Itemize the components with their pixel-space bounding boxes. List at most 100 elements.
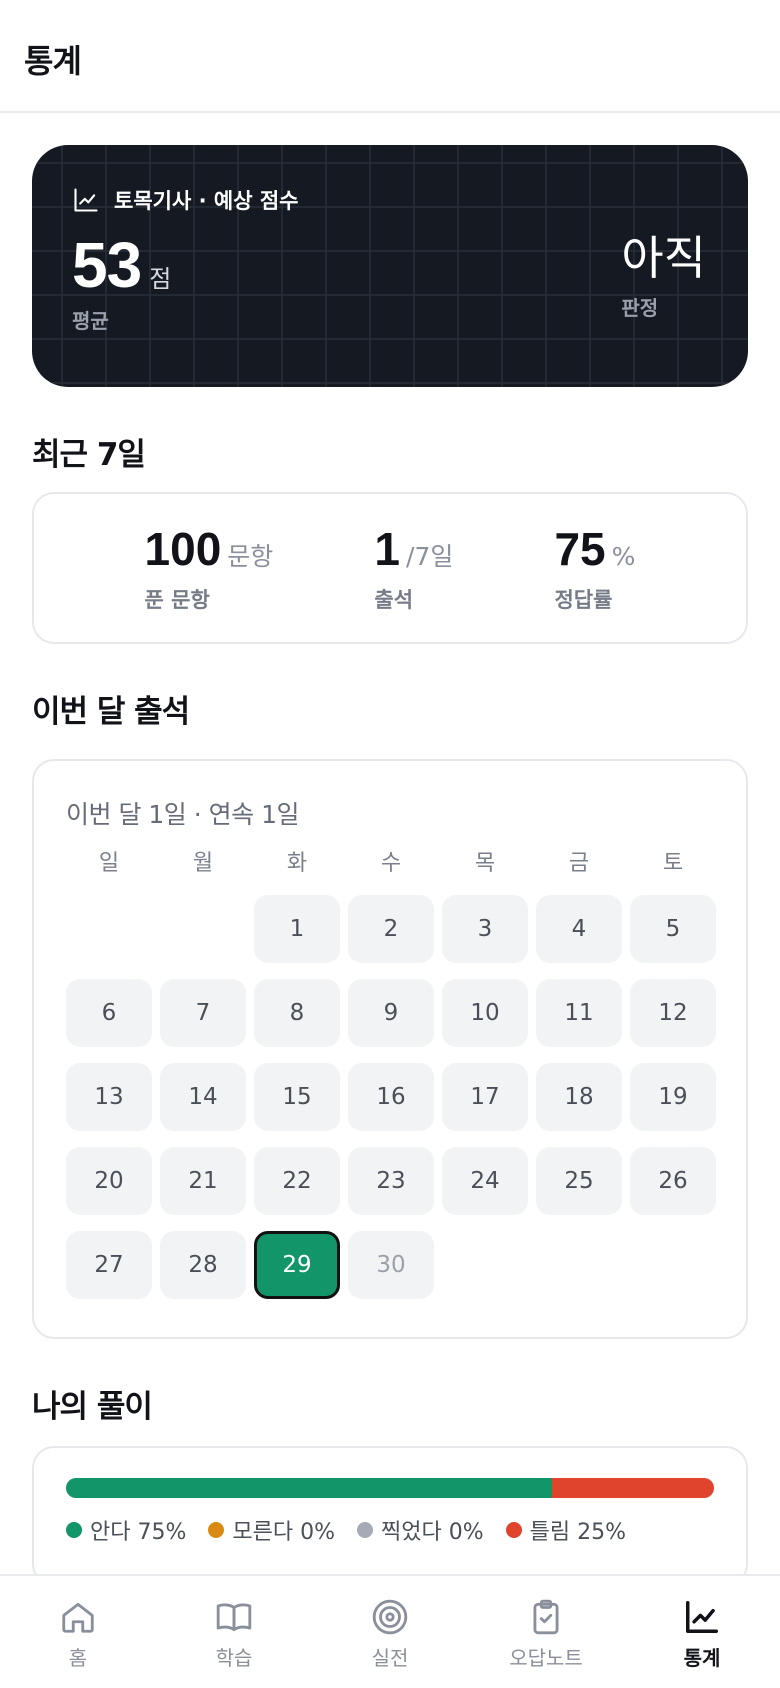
attendance-calendar-card: 이번 달 1일 · 연속 1일 일월화수목금토 1 2 3 4 5 6 7 8 9 10 11 12 1…	[32, 759, 748, 1339]
line-chart-icon	[686, 1601, 718, 1633]
legend-label: 안다 75%	[90, 1520, 187, 1545]
legend-dot	[505, 1522, 522, 1538]
calendar-day-today: 29	[254, 1231, 340, 1299]
legend-dot	[208, 1522, 225, 1538]
calendar-day: 16	[348, 1063, 434, 1131]
stat-value: 100	[144, 523, 222, 575]
main-content: 토목기사 · 예상 점수 53 점 평균 아직 판정 최근 7일 100문항	[0, 113, 780, 1586]
average-score: 53 점	[72, 233, 171, 297]
home-icon	[62, 1602, 94, 1633]
stat-unit: %	[611, 542, 636, 571]
tab-label: 오답노트	[509, 1646, 583, 1670]
calendar-day: 7	[160, 979, 246, 1047]
calendar-day: 25	[536, 1147, 622, 1215]
calendar-day: 2	[348, 895, 434, 963]
calendar-day: 11	[536, 979, 622, 1047]
legend-label: 찍었다 0%	[381, 1520, 484, 1545]
stat-solved: 100 문항 푼 문항	[145, 522, 274, 642]
tab-study[interactable]: 학습	[174, 1598, 294, 1671]
weekday-label: 토	[662, 851, 684, 876]
verdict-value: 아직	[621, 231, 706, 285]
tab-home[interactable]: 홈	[18, 1598, 138, 1671]
weekday-label: 월	[192, 851, 214, 876]
legend-item: 틀림 25%	[505, 1514, 626, 1546]
stat-attendance: 1/7일 출석	[374, 522, 453, 642]
calendar-blank	[160, 895, 246, 963]
calendar-day: 14	[160, 1063, 246, 1131]
calendar-day: 21	[160, 1147, 246, 1215]
calendar-day: 15	[254, 1063, 340, 1131]
recent-section-title: 최근 7일	[32, 437, 146, 473]
calendar-day: 9	[348, 979, 434, 1047]
solve-bar-segment	[66, 1478, 552, 1498]
calendar-blank	[66, 895, 152, 963]
attendance-summary: 이번 달 1일 · 연속 1일	[66, 800, 300, 829]
weekday-label: 수	[380, 851, 402, 876]
calendar-day: 1	[254, 895, 340, 963]
weekday-label: 일	[98, 851, 120, 876]
solve-bar-segment	[552, 1478, 714, 1498]
weekday-label: 목	[474, 851, 496, 876]
stat-label: 푼 문항	[144, 588, 210, 612]
stat-unit: 문항	[227, 542, 274, 571]
expected-score-card: 토목기사 · 예상 점수 53 점 평균 아직 판정	[32, 145, 748, 387]
line-chart-icon	[74, 188, 98, 212]
stat-value: 1	[374, 523, 401, 575]
calendar-day: 4	[536, 895, 622, 963]
tab-label: 홈	[68, 1646, 88, 1670]
stat-label: 출석	[374, 588, 414, 612]
score-unit: 점	[149, 265, 172, 293]
solve-progress-bar	[66, 1478, 714, 1498]
solve-breakdown-card: 안다 75% 모른다 0% 찍었다 0% 틀림 25%	[32, 1446, 748, 1586]
tab-label: 학습	[215, 1646, 253, 1670]
calendar-day: 27	[66, 1231, 152, 1299]
stat-unit: /7일	[406, 542, 454, 571]
stat-accuracy: 75% 정답률	[554, 522, 635, 642]
tab-practice[interactable]: 실전	[330, 1598, 450, 1671]
bottom-tab-bar: 홈 학습 실전 오답노트 통계	[0, 1574, 780, 1688]
tab-label: 실전	[371, 1646, 409, 1670]
weekday-header: 일월화수목금토	[66, 845, 714, 877]
target-icon	[372, 1599, 408, 1635]
calendar-day: 23	[348, 1147, 434, 1215]
page-header: 통계	[0, 0, 780, 113]
calendar-day: 20	[66, 1147, 152, 1215]
hero-title: 토목기사 · 예상 점수	[72, 185, 708, 215]
calendar-day: 8	[254, 979, 340, 1047]
calendar-day: 6	[66, 979, 152, 1047]
calendar-day: 5	[630, 895, 716, 963]
calendar-day: 10	[442, 979, 528, 1047]
weekday-label: 금	[568, 851, 590, 876]
page-title: 통계	[24, 42, 82, 80]
legend-dot	[66, 1522, 82, 1538]
stat-value: 75	[554, 523, 606, 575]
stat-label: 정답률	[554, 588, 613, 612]
calendar-days: 1 2 3 4 5 6 7 8 9 10 11 12 13 14 15 16 17 18 19 20 21 22 23 24 2…	[66, 895, 716, 1299]
tab-wrong-notes[interactable]: 오답노트	[486, 1598, 606, 1671]
calendar-day: 19	[630, 1063, 716, 1131]
score-value: 53	[72, 229, 142, 301]
clipboard-check-icon	[533, 1599, 559, 1635]
score-label: 평균	[72, 309, 109, 333]
attendance-section-title: 이번 달 출석	[32, 694, 190, 730]
hero-title-text: 토목기사 · 예상 점수	[114, 189, 299, 213]
verdict-label: 판정	[621, 295, 659, 320]
solve-section-title: 나의 풀이	[32, 1389, 153, 1425]
legend-label: 틀림 25%	[529, 1520, 626, 1545]
calendar-day: 26	[630, 1147, 716, 1215]
calendar-day: 28	[160, 1231, 246, 1299]
tab-stats[interactable]: 통계	[642, 1598, 762, 1671]
legend-item: 찍었다 0%	[357, 1514, 484, 1546]
legend-item: 안다 75%	[66, 1514, 186, 1546]
calendar-day: 12	[630, 979, 716, 1047]
calendar-day: 17	[442, 1063, 528, 1131]
calendar-day: 3	[442, 895, 528, 963]
legend-label: 모른다 0%	[232, 1520, 335, 1545]
weekday-label: 화	[286, 851, 308, 876]
calendar-day: 22	[254, 1147, 340, 1215]
calendar-day: 18	[536, 1063, 622, 1131]
book-icon	[216, 1603, 252, 1632]
tab-label: 통계	[683, 1646, 721, 1670]
calendar-day: 13	[66, 1063, 152, 1131]
recent-stats-card: 100 문항 푼 문항 1/7일 출석 75% 정답률	[32, 492, 748, 644]
